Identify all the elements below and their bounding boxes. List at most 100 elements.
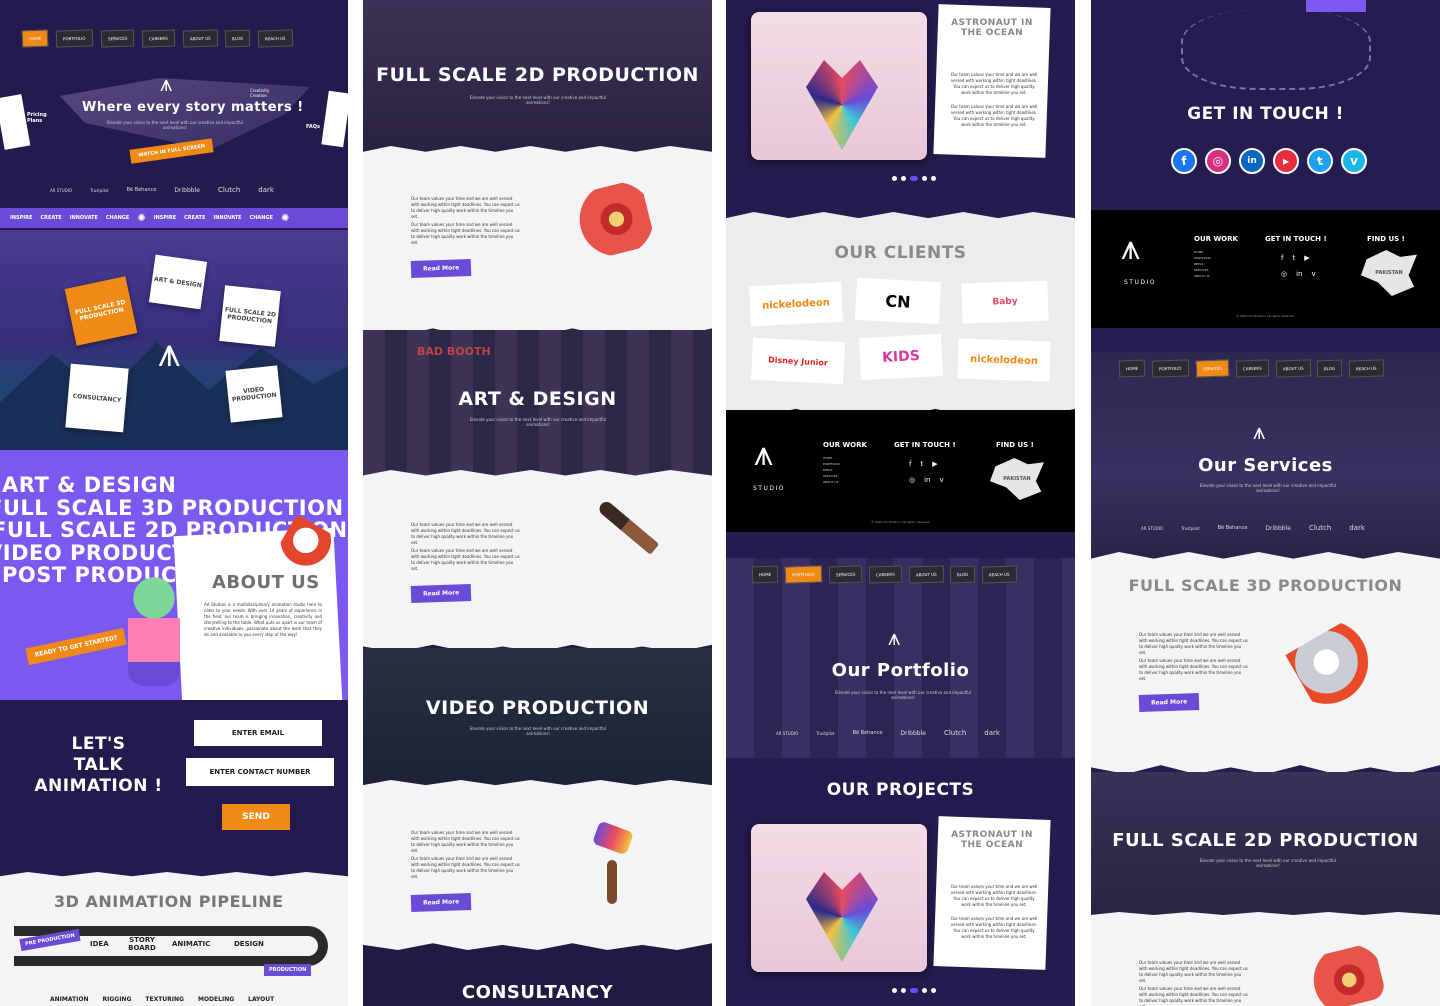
carousel-dots[interactable]: [892, 176, 936, 181]
facebook-icon[interactable]: f: [909, 460, 911, 468]
twitter-icon[interactable]: t: [1292, 254, 1295, 262]
vimeo-icon[interactable]: v: [1341, 148, 1367, 174]
pipeline-step: TEXTURING: [145, 996, 184, 1003]
partner-logos: AR STUDIO Trustpilot Bē Behance Dribbble…: [50, 186, 274, 194]
nav-reach[interactable]: REACH US: [258, 29, 294, 48]
note-video-production[interactable]: VIDEO PRODUCTION: [225, 365, 283, 423]
nav-about[interactable]: ABOUT US: [908, 565, 944, 584]
nav-blog[interactable]: BLOG: [225, 29, 251, 48]
panel-paragraph: Our team values your time and we are wel…: [1139, 986, 1248, 1006]
partner-logo: dark: [984, 729, 1000, 737]
social-icons: f ◎ in ▶ t v: [1169, 145, 1367, 177]
studio-logo-icon: ⩚: [158, 330, 181, 376]
pipeline-step: ANIMATIC: [172, 940, 211, 948]
footer-social-row: ◎ in v: [909, 476, 944, 484]
bad-sign: BAD BOOTH: [417, 345, 491, 358]
nav-reach[interactable]: REACH US: [982, 565, 1018, 584]
top-nav: HOME PORTFOLIO SERVICES CAREERS ABOUT US…: [1118, 359, 1385, 378]
pricing-paper: [0, 94, 31, 150]
ticker-word: INSPIRE: [10, 215, 33, 221]
nav-portfolio[interactable]: PORTFOLIO: [1151, 359, 1189, 378]
nav-blog[interactable]: BLOG: [950, 565, 976, 584]
linkedin-icon[interactable]: in: [924, 476, 930, 484]
project-title: ASTRONAUT IN THE OCEAN: [951, 830, 1033, 850]
instagram-icon[interactable]: ◎: [909, 476, 915, 484]
section-title-video: VIDEO PRODUCTION: [425, 697, 650, 719]
about-text: AA Studios is a multidisciplinary animat…: [204, 602, 322, 637]
section-title-2d: FULL SCALE 2D PRODUCTION: [376, 64, 699, 86]
youtube-icon[interactable]: ▶: [1273, 148, 1299, 174]
footer-link[interactable]: ABOUT US: [823, 479, 840, 485]
nav-home[interactable]: HOME: [1118, 359, 1146, 378]
facebook-icon[interactable]: f: [1169, 146, 1199, 176]
read-more-button[interactable]: Read More: [1138, 692, 1200, 713]
faq-paper: [321, 90, 348, 148]
nav-careers[interactable]: CAREERS: [1235, 359, 1270, 378]
ticker-word: INSPIRE: [153, 215, 177, 221]
nav-about[interactable]: ABOUT US: [1275, 359, 1311, 378]
roller-handle: [607, 860, 617, 904]
linkedin-icon[interactable]: in: [1296, 270, 1302, 278]
instagram-icon[interactable]: ◎: [1281, 270, 1287, 278]
partner-logo: Dribbble: [1265, 524, 1291, 532]
studio-logo-icon: ⩚: [1253, 420, 1266, 445]
client-logo: Disney Junior: [750, 337, 846, 385]
footer-studio-label: STUDIO: [753, 485, 785, 492]
send-button[interactable]: SEND: [222, 804, 290, 830]
note-consultancy[interactable]: CONSULTANCY: [65, 363, 129, 433]
note-art-design[interactable]: ART & DESIGN: [148, 254, 208, 310]
lets-talk-line: ANIMATION !: [34, 776, 163, 796]
nav-careers[interactable]: CAREERS: [868, 565, 903, 584]
column-services: GET IN TOUCH ! f ◎ in ▶ t v ⩚ STUDIO OUR…: [1091, 0, 1440, 1006]
vimeo-icon[interactable]: v: [1312, 270, 1316, 278]
nav-services[interactable]: SERVICES: [100, 29, 135, 48]
faqs-label[interactable]: FAQs: [306, 124, 320, 130]
pricing-label[interactable]: Pricing Plans: [27, 112, 57, 124]
project-text: Our team values your time and we are wel…: [950, 884, 1038, 907]
ticker-word: INNOVATE: [213, 215, 242, 221]
partner-logo: Dribbble: [900, 729, 926, 737]
nav-home[interactable]: HOME: [21, 29, 49, 48]
read-more-button[interactable]: Read More: [410, 258, 472, 279]
footer-links: HOME PORTFOLIO REELS SERVICES ABOUT US: [1194, 249, 1211, 279]
section-sub-2d: Elevate your vision to the next level wi…: [1199, 858, 1337, 868]
watch-fullscreen-button[interactable]: WATCH IN FULL SCREEN: [129, 138, 214, 164]
twitter-icon[interactable]: t: [1304, 145, 1336, 177]
note-2d-production[interactable]: FULL SCALE 2D PRODUCTION: [219, 285, 281, 347]
carousel-dots[interactable]: [892, 988, 936, 993]
ticker-word: INNOVATE: [69, 215, 98, 221]
pipeline-step: MODELING: [197, 996, 235, 1003]
portfolio-title: Our Portfolio: [831, 660, 970, 681]
vimeo-icon[interactable]: v: [940, 476, 944, 484]
creativity-label: Creativity Creation: [250, 88, 270, 98]
nav-blog[interactable]: BLOG: [1317, 359, 1343, 378]
email-input[interactable]: ENTER EMAIL: [194, 720, 322, 746]
nav-portfolio[interactable]: PORTFOLIO: [784, 565, 822, 584]
clients-title: OUR CLIENTS: [834, 243, 967, 263]
section-title-2d: FULL SCALE 2D PRODUCTION: [1112, 830, 1419, 851]
contact-number-input[interactable]: ENTER CONTACT NUMBER: [186, 758, 334, 786]
youtube-icon[interactable]: ▶: [1304, 254, 1309, 262]
ticker-word: CREATE: [40, 215, 62, 221]
get-in-touch-title: GET IN TOUCH !: [1187, 104, 1344, 124]
read-more-button[interactable]: Read More: [410, 583, 472, 604]
nav-services[interactable]: SERVICES: [1195, 359, 1230, 378]
twitter-icon[interactable]: t: [920, 460, 923, 468]
pipeline-step: RIGGING: [102, 996, 132, 1003]
ticker-strip: INSPIRE CREATE INNOVATE CHANGE ✺ INSPIRE…: [0, 208, 348, 228]
youtube-icon[interactable]: ▶: [932, 460, 937, 468]
nav-portfolio[interactable]: PORTFOLIO: [55, 29, 93, 48]
nav-about[interactable]: ABOUT US: [182, 29, 218, 48]
linkedin-icon[interactable]: in: [1239, 148, 1265, 174]
facebook-icon[interactable]: f: [1281, 254, 1283, 262]
studio-logo-icon: ⩚: [888, 626, 901, 651]
studio-logo-icon: ⩚: [754, 434, 774, 474]
nav-home[interactable]: HOME: [751, 565, 779, 584]
instagram-icon[interactable]: ◎: [1203, 146, 1233, 176]
nav-services[interactable]: SERVICES: [828, 565, 863, 584]
read-more-button[interactable]: Read More: [410, 892, 472, 913]
nav-careers[interactable]: CAREERS: [141, 29, 176, 48]
panel-paragraph: Our team values your time and we are wel…: [1139, 658, 1248, 681]
footer-link[interactable]: ABOUT US: [1194, 273, 1211, 279]
nav-reach[interactable]: REACH US: [1349, 359, 1385, 378]
